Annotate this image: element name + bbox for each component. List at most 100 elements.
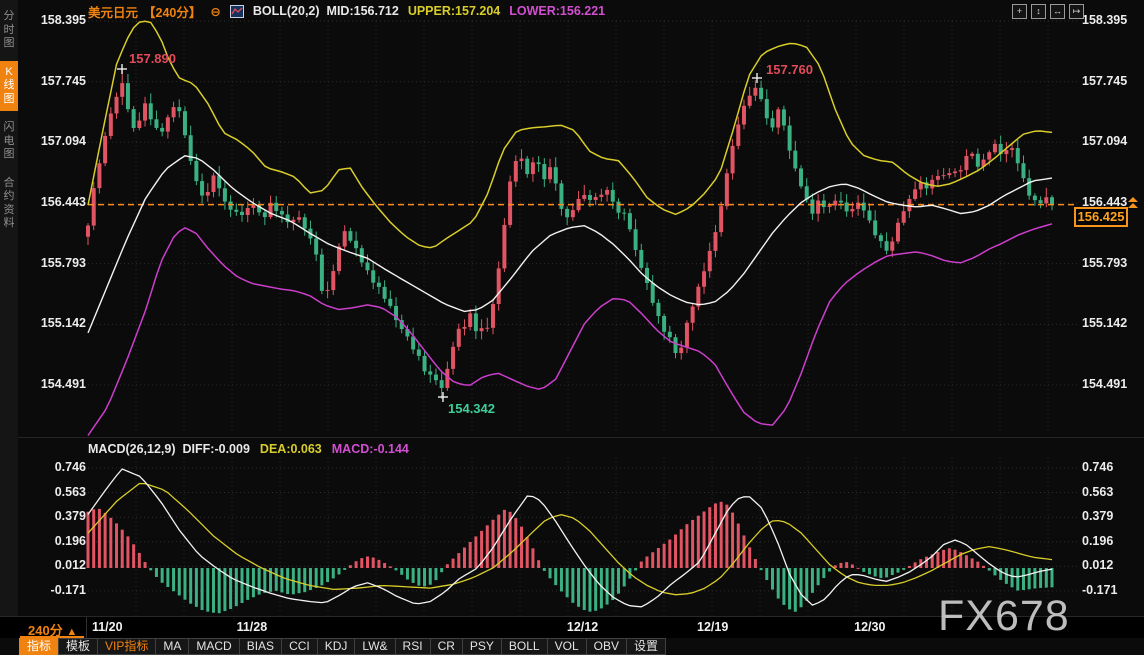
- candle-body: [742, 106, 746, 125]
- candle-body: [354, 241, 358, 248]
- macd-histogram-bar: [902, 568, 905, 570]
- toolbar-tab[interactable]: KDJ: [317, 638, 356, 655]
- toolbar-tab[interactable]: CCI: [281, 638, 318, 655]
- macd-title: MACD(26,12,9): [88, 442, 176, 456]
- macd-histogram-bar: [976, 562, 979, 568]
- candle-body: [993, 144, 997, 152]
- candle-body: [468, 313, 472, 327]
- macd-histogram-bar: [942, 550, 945, 568]
- macd-histogram-bar: [988, 568, 991, 571]
- macd-histogram-bar: [965, 555, 968, 568]
- macd-histogram-bar: [531, 548, 534, 568]
- candlestick-chart-canvas[interactable]: [0, 0, 1144, 616]
- toolbar-tab[interactable]: LW&: [354, 638, 395, 655]
- date-label: 12/30: [842, 620, 898, 634]
- candle-body: [200, 181, 204, 195]
- candle-body: [520, 159, 524, 161]
- macd-histogram-bar: [206, 568, 209, 612]
- price-tick-right: 158.395: [1082, 13, 1144, 27]
- macd-histogram-bar: [155, 568, 158, 577]
- candle-body: [582, 195, 586, 199]
- candle-body: [154, 119, 158, 128]
- toolbar-tab[interactable]: PSY: [462, 638, 502, 655]
- toolbar-tab[interactable]: VIP指标: [97, 638, 156, 655]
- scale-horizontal-icon[interactable]: ↔: [1050, 4, 1065, 19]
- candle-body: [976, 154, 980, 167]
- macd-histogram-bar: [646, 556, 649, 568]
- macd-histogram-bar: [680, 529, 683, 568]
- macd-histogram-bar: [549, 568, 552, 578]
- boll-mid-value: MID:156.712: [327, 4, 399, 18]
- toolbar-tab[interactable]: OBV: [586, 638, 627, 655]
- candle-body: [348, 231, 352, 241]
- sidebar-item-tab[interactable]: 合约资料: [0, 172, 18, 236]
- price-annotation: 157.890: [129, 51, 176, 66]
- price-tick-left: 157.094: [24, 134, 86, 148]
- candle-body: [1004, 150, 1008, 154]
- toolbar-tab[interactable]: MACD: [188, 638, 239, 655]
- candle-body: [263, 212, 267, 217]
- toolbar-tab[interactable]: MA: [155, 638, 189, 655]
- toolbar-tab[interactable]: 指标: [19, 638, 59, 655]
- candle-body: [588, 195, 592, 200]
- toolbar-tab[interactable]: BIAS: [239, 638, 282, 655]
- price-tick-left: 157.745: [24, 74, 86, 88]
- timeframe-cell[interactable]: 240分 ▲: [18, 617, 87, 638]
- sidebar-item-tab[interactable]: 分时图: [0, 5, 18, 56]
- macd-histogram-bar: [1022, 568, 1025, 590]
- candle-body: [936, 176, 940, 180]
- candle-body: [480, 328, 484, 331]
- candle-body: [759, 88, 763, 99]
- candle-body: [326, 290, 330, 291]
- macd-histogram-bar: [800, 568, 803, 607]
- candle-body: [303, 217, 307, 228]
- candle-body: [953, 171, 957, 173]
- macd-histogram-bar: [594, 568, 597, 611]
- collapse-icon[interactable]: ⊖: [210, 4, 220, 19]
- toolbar-tab[interactable]: 设置: [626, 638, 666, 655]
- candle-body: [177, 107, 181, 111]
- toolbar-tab[interactable]: RSI: [395, 638, 431, 655]
- toolbar-tab[interactable]: CR: [430, 638, 463, 655]
- macd-histogram-bar: [258, 568, 261, 595]
- macd-tick-right: 0.746: [1082, 460, 1144, 474]
- macd-histogram-bar: [657, 548, 660, 568]
- sidebar-item-tab[interactable]: 闪电图: [0, 116, 18, 167]
- candle-body: [571, 210, 575, 217]
- boll-upper-line: [88, 21, 1052, 247]
- macd-tick-right: -0.171: [1082, 583, 1144, 597]
- macd-tick-right: 0.563: [1082, 485, 1144, 499]
- macd-histogram-bar: [663, 544, 666, 568]
- candle-body: [1050, 197, 1054, 204]
- price-annotation: 154.342: [448, 401, 495, 416]
- price-marker-icon: [1128, 197, 1138, 208]
- macd-histogram-bar: [332, 568, 335, 578]
- candle-body: [719, 206, 723, 232]
- macd-tick-right: 0.379: [1082, 509, 1144, 523]
- macd-histogram-bar: [178, 568, 181, 595]
- macd-histogram-bar: [372, 557, 375, 568]
- macd-histogram-bar: [275, 568, 278, 591]
- toolbar-tab[interactable]: 模板: [58, 638, 98, 655]
- move-icon[interactable]: +: [1012, 4, 1027, 19]
- candle-body: [845, 202, 849, 211]
- candle-body: [1044, 197, 1048, 203]
- toolbar-tab[interactable]: VOL: [547, 638, 587, 655]
- candle-body: [867, 210, 871, 220]
- macd-histogram-bar: [537, 560, 540, 568]
- pan-right-icon[interactable]: ↦: [1069, 4, 1084, 19]
- candle-body: [251, 205, 255, 208]
- macd-histogram-bar: [1011, 568, 1014, 587]
- macd-histogram-bar: [400, 568, 403, 575]
- macd-histogram-bar: [520, 527, 523, 568]
- candle-body: [194, 161, 198, 181]
- macd-histogram-bar: [839, 563, 842, 568]
- corner-icons: + ↕ ↔ ↦: [1012, 4, 1084, 19]
- macd-histogram-bar: [782, 568, 785, 605]
- scale-vertical-icon[interactable]: ↕: [1031, 4, 1046, 19]
- toolbar-tab[interactable]: BOLL: [501, 638, 548, 655]
- macd-histogram-bar: [126, 536, 129, 568]
- macd-histogram-bar: [229, 568, 232, 609]
- sidebar-item-selected[interactable]: K线图: [0, 61, 18, 112]
- candle-body: [343, 231, 347, 246]
